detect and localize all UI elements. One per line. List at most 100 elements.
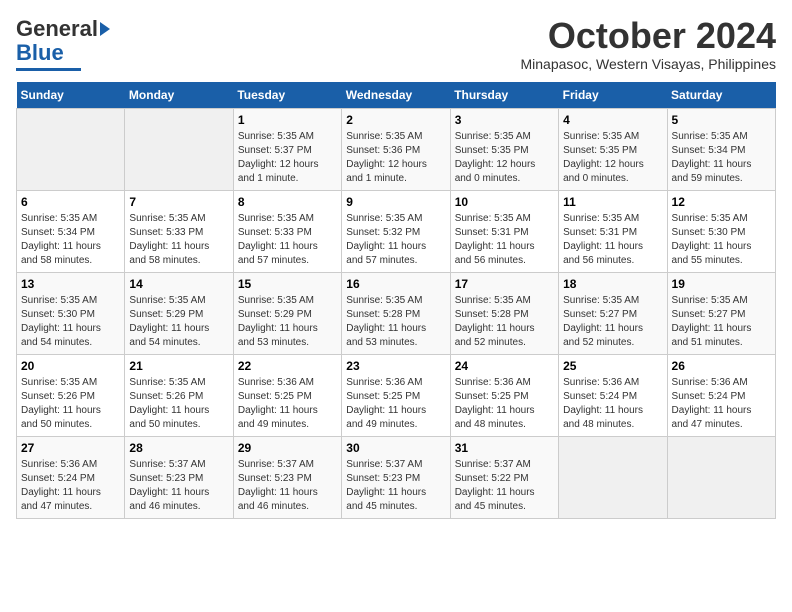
day-info: Sunrise: 5:36 AM Sunset: 5:25 PM Dayligh… [346,376,445,432]
day-info: Sunrise: 5:37 AM Sunset: 5:22 PM Dayligh… [455,458,554,514]
calendar-table: SundayMondayTuesdayWednesdayThursdayFrid… [16,82,776,519]
calendar-cell [559,436,667,518]
location-text: Minapasoc, Western Visayas, Philippines [521,56,777,72]
day-info: Sunrise: 5:36 AM Sunset: 5:25 PM Dayligh… [455,376,554,432]
calendar-cell: 11 Sunrise: 5:35 AM Sunset: 5:31 PM Dayli… [559,190,667,272]
day-info: Sunrise: 5:35 AM Sunset: 5:35 PM Dayligh… [563,130,662,186]
calendar-cell: 28 Sunrise: 5:37 AM Sunset: 5:23 PM Dayli… [125,436,233,518]
calendar-cell: 19 Sunrise: 5:35 AM Sunset: 5:27 PM Dayli… [667,272,775,354]
day-number: 6 [21,195,120,209]
day-number: 21 [129,359,228,373]
day-info: Sunrise: 5:35 AM Sunset: 5:31 PM Dayligh… [563,212,662,268]
calendar-cell [667,436,775,518]
calendar-cell [17,108,125,190]
calendar-cell: 22 Sunrise: 5:36 AM Sunset: 5:25 PM Dayli… [233,354,341,436]
day-info: Sunrise: 5:35 AM Sunset: 5:33 PM Dayligh… [129,212,228,268]
calendar-cell: 9 Sunrise: 5:35 AM Sunset: 5:32 PM Daylig… [342,190,450,272]
month-title: October 2024 [521,16,777,56]
day-info: Sunrise: 5:35 AM Sunset: 5:30 PM Dayligh… [21,294,120,350]
weekday-header-friday: Friday [559,82,667,109]
page-header: General Blue October 2024 Minapasoc, Wes… [16,16,776,72]
day-info: Sunrise: 5:35 AM Sunset: 5:27 PM Dayligh… [672,294,771,350]
weekday-header-tuesday: Tuesday [233,82,341,109]
day-info: Sunrise: 5:35 AM Sunset: 5:34 PM Dayligh… [672,130,771,186]
day-number: 29 [238,441,337,455]
day-number: 15 [238,277,337,291]
calendar-cell: 18 Sunrise: 5:35 AM Sunset: 5:27 PM Dayli… [559,272,667,354]
day-number: 17 [455,277,554,291]
day-number: 28 [129,441,228,455]
day-number: 19 [672,277,771,291]
day-number: 22 [238,359,337,373]
calendar-cell: 29Sunrise: 5:37 AM Sunset: 5:23 PM Dayli… [233,436,341,518]
day-number: 24 [455,359,554,373]
day-info: Sunrise: 5:35 AM Sunset: 5:29 PM Dayligh… [238,294,337,350]
day-info: Sunrise: 5:35 AM Sunset: 5:28 PM Dayligh… [455,294,554,350]
weekday-header-sunday: Sunday [17,82,125,109]
day-number: 20 [21,359,120,373]
calendar-cell: 10Sunrise: 5:35 AM Sunset: 5:31 PM Dayli… [450,190,558,272]
day-number: 27 [21,441,120,455]
calendar-cell: 27Sunrise: 5:36 AM Sunset: 5:24 PM Dayli… [17,436,125,518]
day-number: 7 [129,195,228,209]
day-number: 30 [346,441,445,455]
calendar-cell: 6 Sunrise: 5:35 AM Sunset: 5:34 PM Daylig… [17,190,125,272]
day-info: Sunrise: 5:35 AM Sunset: 5:30 PM Dayligh… [672,212,771,268]
calendar-cell: 20Sunrise: 5:35 AM Sunset: 5:26 PM Dayli… [17,354,125,436]
title-area: October 2024 Minapasoc, Western Visayas,… [521,16,777,72]
calendar-cell: 31 Sunrise: 5:37 AM Sunset: 5:22 PM Dayli… [450,436,558,518]
day-info: Sunrise: 5:35 AM Sunset: 5:29 PM Dayligh… [129,294,228,350]
day-info: Sunrise: 5:35 AM Sunset: 5:32 PM Dayligh… [346,212,445,268]
day-number: 4 [563,113,662,127]
calendar-cell [125,108,233,190]
day-number: 13 [21,277,120,291]
calendar-cell: 24 Sunrise: 5:36 AM Sunset: 5:25 PM Dayli… [450,354,558,436]
calendar-week-row: 13 Sunrise: 5:35 AM Sunset: 5:30 PM Dayli… [17,272,776,354]
calendar-cell: 16Sunrise: 5:35 AM Sunset: 5:28 PM Dayli… [342,272,450,354]
calendar-week-row: 20Sunrise: 5:35 AM Sunset: 5:26 PM Dayli… [17,354,776,436]
calendar-cell: 3Sunrise: 5:35 AM Sunset: 5:35 PM Daylig… [450,108,558,190]
calendar-cell: 25Sunrise: 5:36 AM Sunset: 5:24 PM Dayli… [559,354,667,436]
calendar-cell: 21Sunrise: 5:35 AM Sunset: 5:26 PM Dayli… [125,354,233,436]
day-number: 11 [563,195,662,209]
calendar-cell: 8Sunrise: 5:35 AM Sunset: 5:33 PM Daylig… [233,190,341,272]
calendar-cell: 23Sunrise: 5:36 AM Sunset: 5:25 PM Dayli… [342,354,450,436]
day-number: 26 [672,359,771,373]
calendar-cell: 17 Sunrise: 5:35 AM Sunset: 5:28 PM Dayli… [450,272,558,354]
weekday-header-monday: Monday [125,82,233,109]
logo-text-general: General [16,16,98,42]
day-number: 18 [563,277,662,291]
day-number: 31 [455,441,554,455]
day-number: 5 [672,113,771,127]
weekday-header-thursday: Thursday [450,82,558,109]
calendar-week-row: 6 Sunrise: 5:35 AM Sunset: 5:34 PM Daylig… [17,190,776,272]
calendar-week-row: 27Sunrise: 5:36 AM Sunset: 5:24 PM Dayli… [17,436,776,518]
day-info: Sunrise: 5:35 AM Sunset: 5:37 PM Dayligh… [238,130,337,186]
logo: General Blue [16,16,110,71]
day-info: Sunrise: 5:35 AM Sunset: 5:34 PM Dayligh… [21,212,120,268]
calendar-cell: 13 Sunrise: 5:35 AM Sunset: 5:30 PM Dayli… [17,272,125,354]
day-info: Sunrise: 5:35 AM Sunset: 5:36 PM Dayligh… [346,130,445,186]
logo-arrow-icon [100,22,110,36]
day-number: 3 [455,113,554,127]
logo-underline [16,68,81,71]
day-info: Sunrise: 5:36 AM Sunset: 5:25 PM Dayligh… [238,376,337,432]
calendar-cell: 14Sunrise: 5:35 AM Sunset: 5:29 PM Dayli… [125,272,233,354]
day-info: Sunrise: 5:37 AM Sunset: 5:23 PM Dayligh… [129,458,228,514]
calendar-cell: 15 Sunrise: 5:35 AM Sunset: 5:29 PM Dayli… [233,272,341,354]
day-number: 12 [672,195,771,209]
calendar-week-row: 1Sunrise: 5:35 AM Sunset: 5:37 PM Daylig… [17,108,776,190]
day-number: 8 [238,195,337,209]
logo-text-blue: Blue [16,40,64,66]
day-info: Sunrise: 5:35 AM Sunset: 5:28 PM Dayligh… [346,294,445,350]
weekday-header-row: SundayMondayTuesdayWednesdayThursdayFrid… [17,82,776,109]
calendar-cell: 12 Sunrise: 5:35 AM Sunset: 5:30 PM Dayli… [667,190,775,272]
day-number: 25 [563,359,662,373]
day-info: Sunrise: 5:35 AM Sunset: 5:27 PM Dayligh… [563,294,662,350]
day-info: Sunrise: 5:37 AM Sunset: 5:23 PM Dayligh… [346,458,445,514]
day-info: Sunrise: 5:36 AM Sunset: 5:24 PM Dayligh… [672,376,771,432]
calendar-cell: 1Sunrise: 5:35 AM Sunset: 5:37 PM Daylig… [233,108,341,190]
calendar-cell: 2Sunrise: 5:35 AM Sunset: 5:36 PM Daylig… [342,108,450,190]
day-info: Sunrise: 5:35 AM Sunset: 5:31 PM Dayligh… [455,212,554,268]
day-number: 9 [346,195,445,209]
